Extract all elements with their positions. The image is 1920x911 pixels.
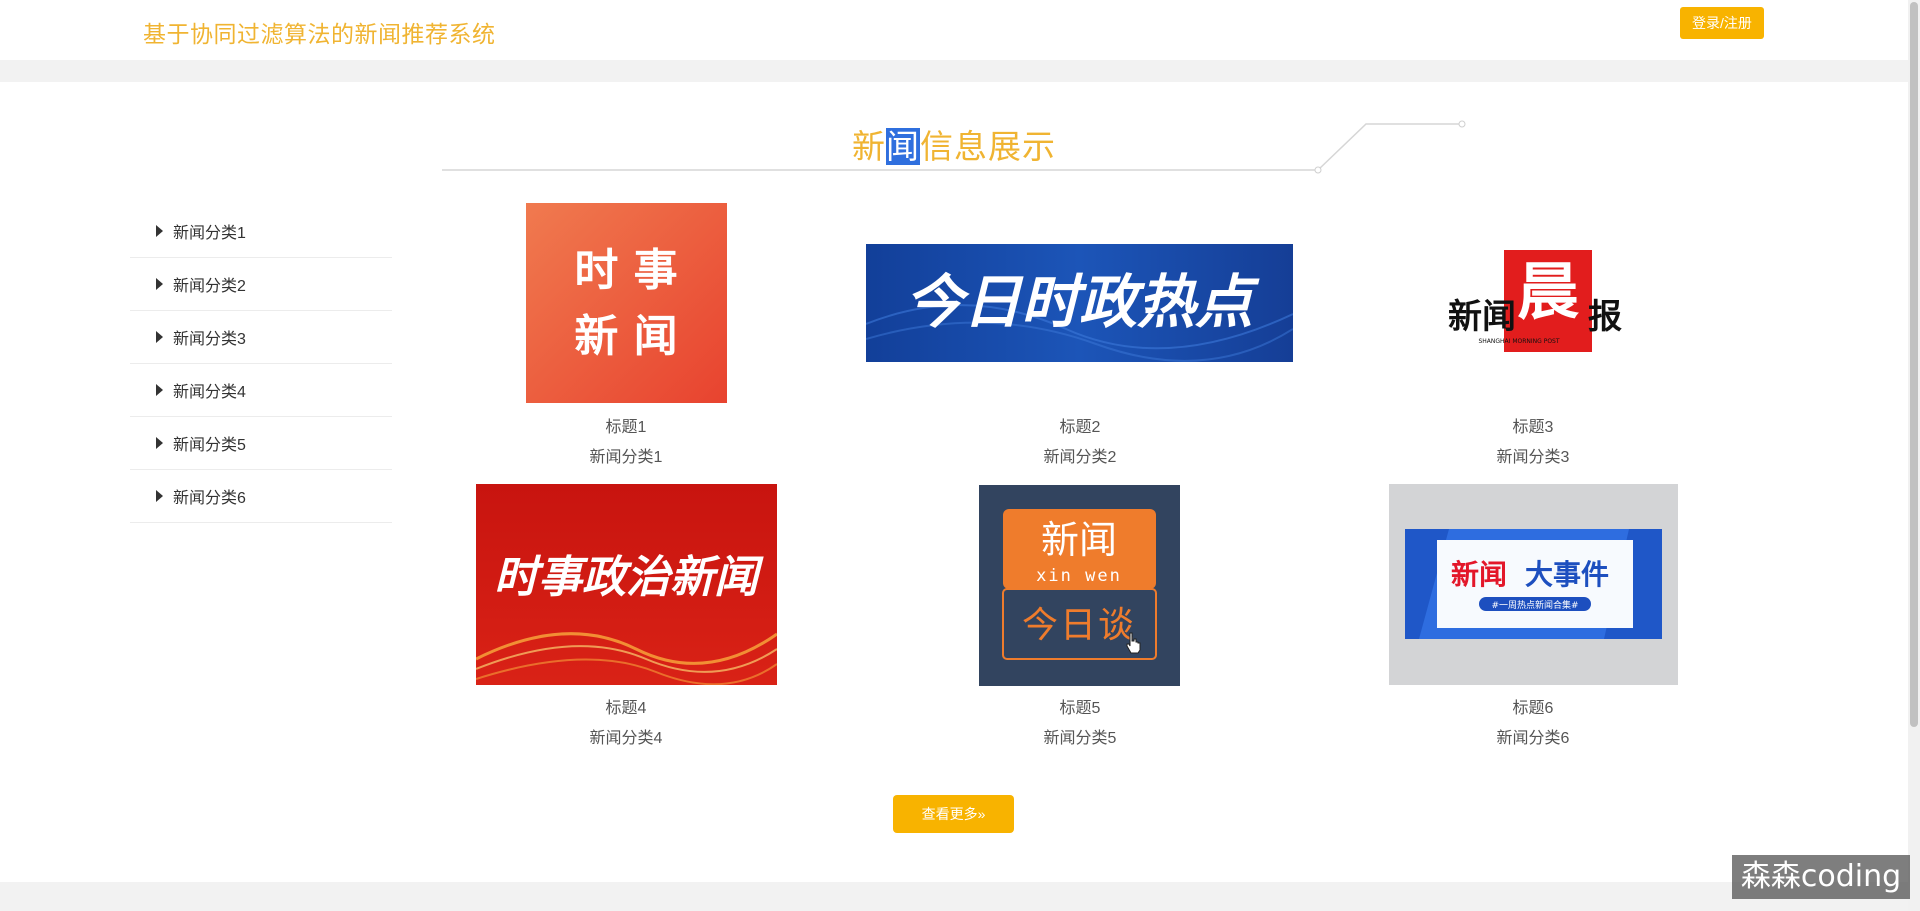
news-card-category: 新闻分类6 bbox=[1496, 730, 1570, 747]
caret-right-icon bbox=[156, 437, 163, 449]
thumbnail-text: xin wen bbox=[1036, 566, 1122, 586]
caret-right-icon bbox=[156, 225, 163, 237]
sidebar-item-label: 新闻分类2 bbox=[173, 278, 246, 295]
caret-right-icon bbox=[156, 331, 163, 343]
sidebar-item-category-6[interactable]: 新闻分类6 bbox=[130, 470, 392, 523]
top-navbar: 基于协同过滤算法的新闻推荐系统 登录/注册 bbox=[0, 0, 1908, 60]
sidebar-item-category-4[interactable]: 新闻分类4 bbox=[130, 364, 392, 417]
news-card-3[interactable]: 新闻 晨 报 SHANGHAI MORNING POST 标题3 新闻分类3 bbox=[1306, 203, 1760, 473]
thumbnail-text: 新闻 bbox=[1451, 558, 1507, 591]
news-card-title[interactable]: 标题1 bbox=[399, 413, 853, 437]
news-card-6[interactable]: 新闻 大事件 #一周热点新闻合集# 标题6 新闻分类6 bbox=[1306, 484, 1760, 754]
sidebar-item-category-3[interactable]: 新闻分类3 bbox=[130, 311, 392, 364]
sidebar-item-category-1[interactable]: 新闻分类1 bbox=[130, 205, 392, 258]
thumbnail-text: 今日时政热点 bbox=[905, 268, 1260, 336]
news-card-2[interactable]: 今日时政热点 标题2 新闻分类2 bbox=[853, 203, 1307, 473]
section-title-part: 新 bbox=[852, 128, 886, 165]
thumbnail-text: 时 事 bbox=[574, 245, 677, 296]
thumbnail-text: 时事政治新闻 bbox=[494, 552, 764, 603]
thumbnail-text: 新闻 bbox=[1448, 297, 1516, 337]
news-card-category: 新闻分类2 bbox=[1043, 449, 1117, 466]
thumbnail-text: SHANGHAI MORNING POST bbox=[1478, 338, 1559, 345]
news-thumbnail-area: 时事政治新闻 bbox=[399, 484, 853, 694]
news-thumbnail-image[interactable]: 新闻 大事件 #一周热点新闻合集# bbox=[1389, 484, 1678, 685]
news-card-4[interactable]: 时事政治新闻 标题4 新闻分类4 bbox=[399, 484, 853, 754]
sidebar-item-label: 新闻分类1 bbox=[173, 225, 246, 242]
view-more-button[interactable]: 查看更多» bbox=[893, 795, 1014, 833]
news-card-title[interactable]: 标题4 bbox=[399, 694, 853, 718]
news-card-title[interactable]: 标题2 bbox=[853, 413, 1307, 437]
news-thumbnail-image[interactable]: 今日时政热点 bbox=[866, 244, 1293, 362]
news-thumbnail-area: 今日时政热点 bbox=[853, 203, 1307, 413]
sidebar-item-category-2[interactable]: 新闻分类2 bbox=[130, 258, 392, 311]
login-register-button[interactable]: 登录/注册 bbox=[1680, 7, 1764, 39]
sidebar-item-label: 新闻分类4 bbox=[173, 384, 246, 401]
news-thumbnail-area: 新闻 晨 报 SHANGHAI MORNING POST bbox=[1306, 203, 1760, 413]
news-thumbnail-image[interactable]: 时事政治新闻 bbox=[476, 484, 777, 685]
caret-right-icon bbox=[156, 278, 163, 290]
news-card-title[interactable]: 标题3 bbox=[1306, 413, 1760, 437]
sidebar-item-label: 新闻分类5 bbox=[173, 437, 246, 454]
news-thumbnail-image[interactable]: 时 事 新 闻 bbox=[526, 203, 727, 403]
section-title-part: 信息展示 bbox=[920, 128, 1056, 165]
page-scrollbar[interactable] bbox=[1908, 0, 1920, 911]
thumbnail-text: 新闻 bbox=[1041, 518, 1117, 562]
thumbnail-text: 今日谈 bbox=[1022, 605, 1136, 646]
news-thumbnail-image[interactable]: 新闻 晨 报 SHANGHAI MORNING POST bbox=[1437, 205, 1629, 401]
news-card-title[interactable]: 标题6 bbox=[1306, 694, 1760, 718]
news-thumbnail-area: 时 事 新 闻 bbox=[399, 203, 853, 413]
mouse-pointer-icon bbox=[1126, 632, 1141, 654]
sidebar-item-label: 新闻分类3 bbox=[173, 331, 246, 348]
thumbnail-text: 报 bbox=[1588, 297, 1622, 337]
scrollbar-thumb[interactable] bbox=[1910, 2, 1918, 727]
sidebar-item-category-5[interactable]: 新闻分类5 bbox=[130, 417, 392, 470]
thumbnail-text: 大事件 bbox=[1525, 558, 1609, 591]
caret-right-icon bbox=[156, 490, 163, 502]
section-title: 新闻信息展示 bbox=[0, 120, 1908, 168]
thumbnail-text: #一周热点新闻合集# bbox=[1491, 599, 1578, 611]
news-card-category: 新闻分类5 bbox=[1043, 730, 1117, 747]
thumbnail-text: 新 闻 bbox=[574, 311, 677, 362]
news-card-category: 新闻分类1 bbox=[589, 449, 663, 466]
news-card-1[interactable]: 时 事 新 闻 标题1 新闻分类1 bbox=[399, 203, 853, 473]
caret-right-icon bbox=[156, 384, 163, 396]
category-sidebar: 新闻分类1 新闻分类2 新闻分类3 新闻分类4 新闻分类5 新闻分类6 bbox=[130, 205, 392, 523]
news-thumbnail-area: 新闻 大事件 #一周热点新闻合集# bbox=[1306, 484, 1760, 694]
site-title[interactable]: 基于协同过滤算法的新闻推荐系统 bbox=[143, 15, 496, 49]
section-title-highlight: 闻 bbox=[886, 128, 920, 165]
news-card-title[interactable]: 标题5 bbox=[853, 694, 1307, 718]
news-thumbnail-area: 新闻 xin wen 今日谈 bbox=[853, 484, 1307, 694]
thumbnail-text: 晨 bbox=[1517, 255, 1579, 328]
sidebar-item-label: 新闻分类6 bbox=[173, 490, 246, 507]
news-thumbnail-image[interactable]: 新闻 xin wen 今日谈 bbox=[979, 485, 1180, 686]
news-card-category: 新闻分类3 bbox=[1496, 449, 1570, 466]
watermark: 森森coding bbox=[1732, 855, 1910, 899]
news-card-5[interactable]: 新闻 xin wen 今日谈 标题5 新闻分类5 bbox=[853, 484, 1307, 754]
news-card-category: 新闻分类4 bbox=[589, 730, 663, 747]
